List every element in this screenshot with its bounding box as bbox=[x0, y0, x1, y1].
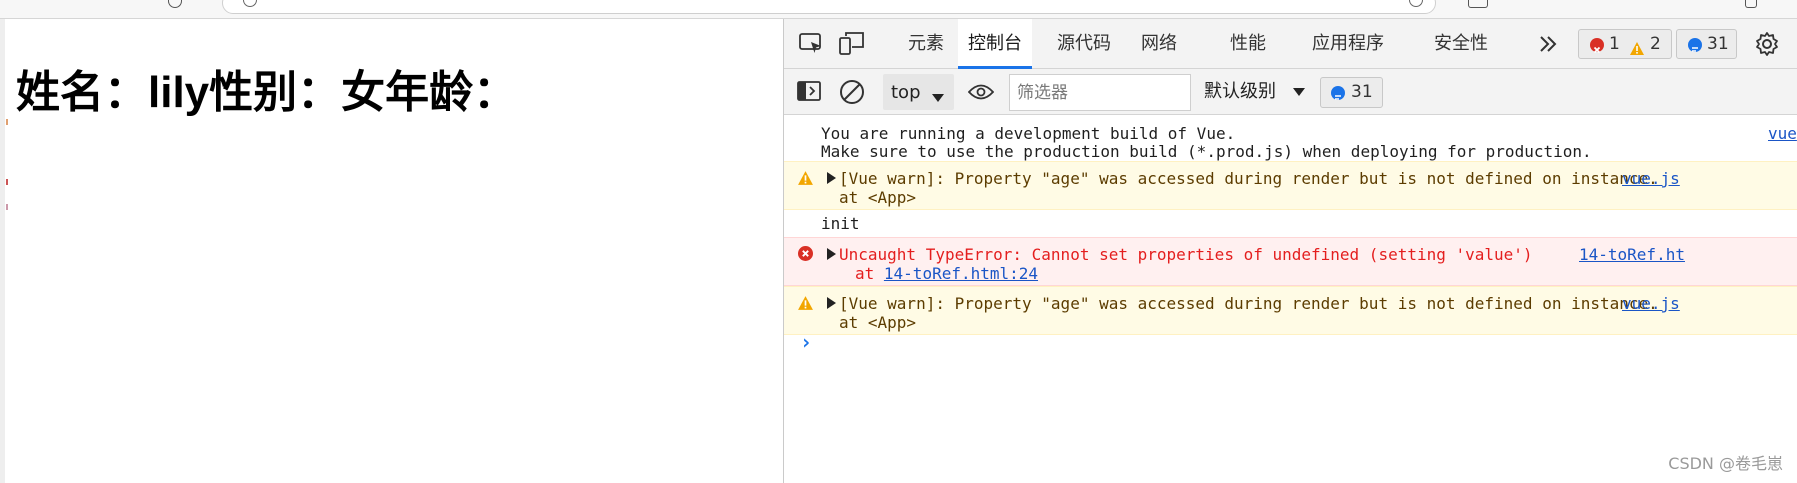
context-select[interactable]: top bbox=[883, 74, 954, 110]
message-count: 31 bbox=[1707, 34, 1729, 54]
sidebar-toggle-icon[interactable] bbox=[797, 81, 821, 105]
settings-icon[interactable] bbox=[1409, 0, 1423, 7]
tab-sources[interactable]: 源代码 bbox=[1057, 19, 1111, 69]
log-level-value: 默认级别 bbox=[1204, 81, 1276, 102]
tab-performance[interactable]: 性能 bbox=[1230, 19, 1266, 69]
toolbar-issues-badge[interactable]: 31 bbox=[1320, 77, 1383, 108]
message-text: [Vue warn]: Property "age" was accessed … bbox=[839, 294, 1658, 313]
warning-icon bbox=[797, 295, 814, 315]
browser-top-strip bbox=[0, 0, 1797, 19]
tab-network[interactable]: 网络 bbox=[1141, 19, 1177, 69]
extensions-icon[interactable] bbox=[1745, 0, 1757, 8]
console-message-warning: [Vue warn]: Property "age" was accessed … bbox=[784, 286, 1797, 335]
more-tabs-icon[interactable] bbox=[1538, 35, 1558, 57]
warning-count: 2 bbox=[1650, 34, 1661, 54]
message-text: [Vue warn]: Property "age" was accessed … bbox=[839, 169, 1658, 188]
message-text: Make sure to use the production build (*… bbox=[821, 142, 1592, 161]
message-icon bbox=[1331, 86, 1345, 100]
message-text: You are running a development build of V… bbox=[821, 124, 1236, 143]
console-message-log: init bbox=[784, 210, 1797, 237]
source-link[interactable]: vue.js bbox=[1622, 169, 1680, 188]
source-link[interactable]: vue bbox=[1768, 124, 1797, 143]
console-toolbar: top 默认级别 31 bbox=[784, 69, 1797, 115]
page-viewport: 姓名：lily性别：女年龄： bbox=[0, 19, 783, 483]
toolbar-message-count: 31 bbox=[1351, 82, 1373, 102]
address-bar[interactable] bbox=[222, 0, 1436, 14]
messages-counter[interactable]: 31 bbox=[1676, 29, 1737, 59]
message-icon bbox=[1688, 38, 1702, 52]
devtools-panel: 元素 控制台 源代码 网络 性能 应用程序 安全性 1 2 31 top 筛选器… bbox=[783, 19, 1797, 483]
warning-icon bbox=[797, 170, 814, 190]
console-message-warning: [Vue warn]: Property "age" was accessed … bbox=[784, 161, 1797, 210]
watermark: CSDN @卷毛崽 bbox=[1668, 454, 1783, 473]
filter-input[interactable] bbox=[1009, 74, 1191, 111]
device-emulation-icon[interactable] bbox=[839, 32, 865, 60]
stack-prefix: at bbox=[855, 264, 884, 283]
stack-frame-link[interactable]: 14-toRef.html:24 bbox=[884, 264, 1038, 283]
tab-console[interactable]: 控制台 bbox=[958, 19, 1032, 69]
settings-gear-icon[interactable] bbox=[1754, 31, 1780, 61]
expand-triangle-icon[interactable] bbox=[827, 248, 836, 260]
console-message-error: Uncaught TypeError: Cannot set propertie… bbox=[784, 237, 1797, 286]
info-icon bbox=[243, 0, 257, 7]
message-text: Uncaught TypeError: Cannot set propertie… bbox=[839, 245, 1533, 264]
clear-console-icon[interactable] bbox=[839, 79, 865, 109]
chevron-down-icon bbox=[931, 88, 945, 107]
inspect-element-icon[interactable] bbox=[799, 33, 823, 59]
stack-text: at <App> bbox=[839, 188, 917, 207]
stack-text: at <App> bbox=[839, 313, 917, 332]
error-count: 1 bbox=[1609, 34, 1620, 54]
source-link[interactable]: 14-toRef.ht bbox=[1579, 245, 1685, 264]
error-icon bbox=[798, 246, 813, 261]
issues-counter[interactable]: 1 2 bbox=[1578, 29, 1672, 59]
expand-triangle-icon[interactable] bbox=[827, 297, 836, 309]
console-prompt[interactable]: › bbox=[800, 330, 812, 354]
log-level-select[interactable]: 默认级别 bbox=[1204, 77, 1306, 107]
source-link[interactable]: vue.js bbox=[1622, 294, 1680, 313]
context-select-value: top bbox=[891, 82, 921, 103]
page-heading: 姓名：lily性别：女年龄： bbox=[16, 68, 518, 117]
tab-application[interactable]: 应用程序 bbox=[1312, 19, 1384, 69]
live-expression-eye-icon[interactable] bbox=[967, 83, 995, 105]
tab-elements[interactable]: 元素 bbox=[908, 19, 944, 69]
warning-icon bbox=[1629, 37, 1645, 65]
scroll-markers bbox=[5, 119, 10, 249]
tab-security[interactable]: 安全性 bbox=[1434, 19, 1488, 69]
console-message-info: You are running a development build of V… bbox=[784, 116, 1797, 161]
error-icon bbox=[1590, 38, 1604, 54]
chevron-down-icon bbox=[1292, 77, 1306, 107]
console-output: You are running a development build of V… bbox=[784, 116, 1797, 483]
message-text: init bbox=[821, 214, 860, 233]
stack-line: at 14-toRef.html:24 bbox=[855, 264, 1038, 283]
refresh-icon[interactable] bbox=[168, 0, 182, 8]
collections-icon[interactable] bbox=[1468, 0, 1488, 8]
devtools-tab-bar: 元素 控制台 源代码 网络 性能 应用程序 安全性 1 2 31 bbox=[784, 19, 1797, 69]
expand-triangle-icon[interactable] bbox=[827, 172, 836, 184]
